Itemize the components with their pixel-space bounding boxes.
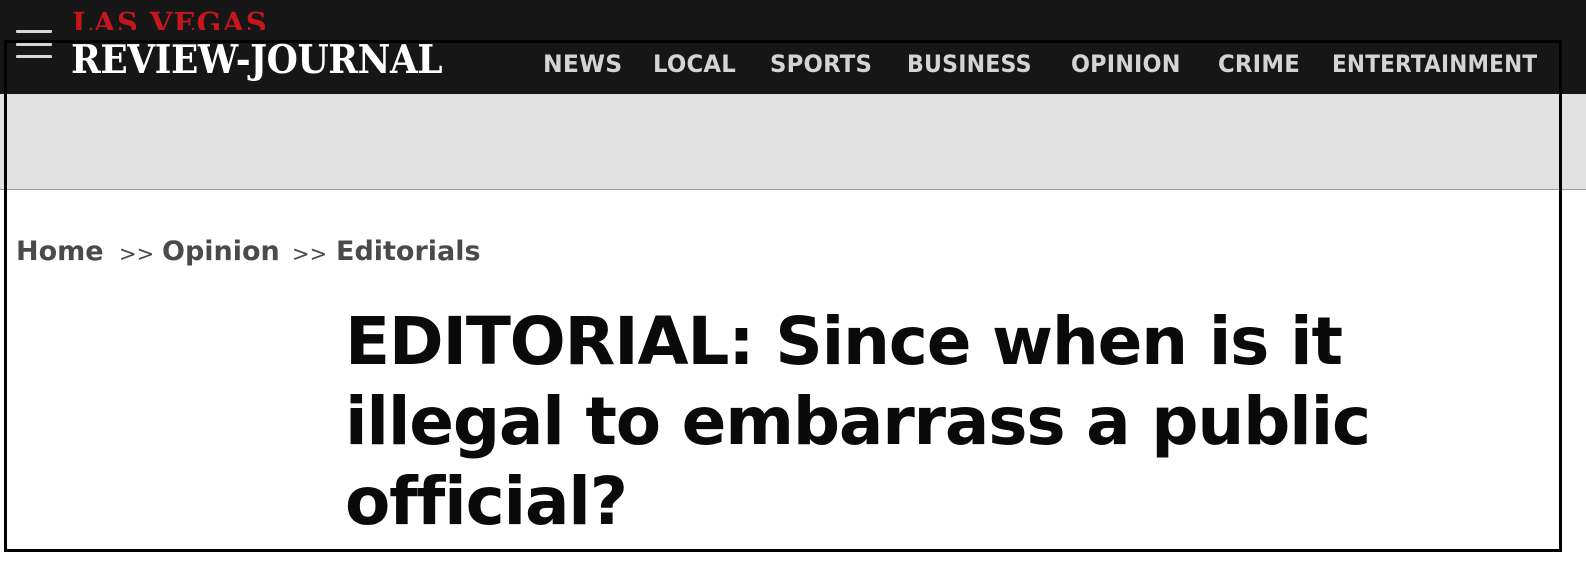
logo-las-vegas: LAS VEGAS <box>72 8 268 30</box>
highlight-frame <box>4 40 1562 552</box>
